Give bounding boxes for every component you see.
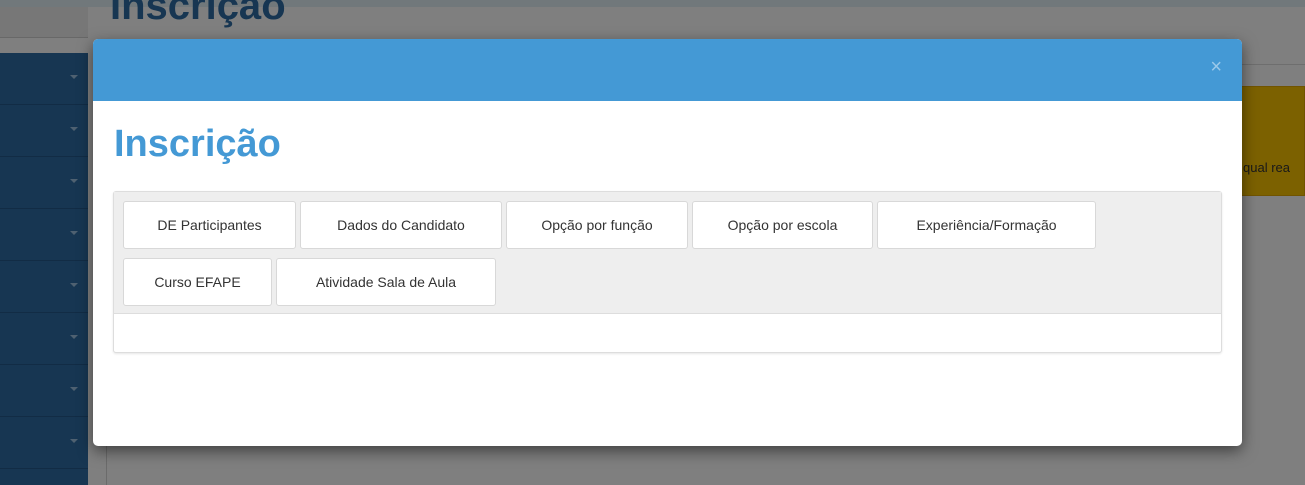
tab-dados-do-candidato[interactable]: Dados do Candidato (300, 201, 502, 249)
tab-opcao-por-escola[interactable]: Opção por escola (692, 201, 873, 249)
tab-curso-efape[interactable]: Curso EFAPE (123, 258, 272, 306)
tab-experiencia-formacao[interactable]: Experiência/Formação (877, 201, 1096, 249)
modal-header: × (93, 39, 1242, 101)
close-icon[interactable]: × (1210, 57, 1222, 77)
tabs-panel: DE Participantes Dados do Candidato Opçã… (113, 191, 1222, 353)
tab-opcao-por-funcao[interactable]: Opção por função (506, 201, 688, 249)
tab-strip: DE Participantes Dados do Candidato Opçã… (114, 192, 1221, 314)
tab-atividade-sala-de-aula[interactable]: Atividade Sala de Aula (276, 258, 496, 306)
modal-title: Inscrição (114, 123, 281, 165)
inscricao-modal: × Inscrição DE Participantes Dados do Ca… (93, 39, 1242, 446)
tab-de-participantes[interactable]: DE Participantes (123, 201, 296, 249)
